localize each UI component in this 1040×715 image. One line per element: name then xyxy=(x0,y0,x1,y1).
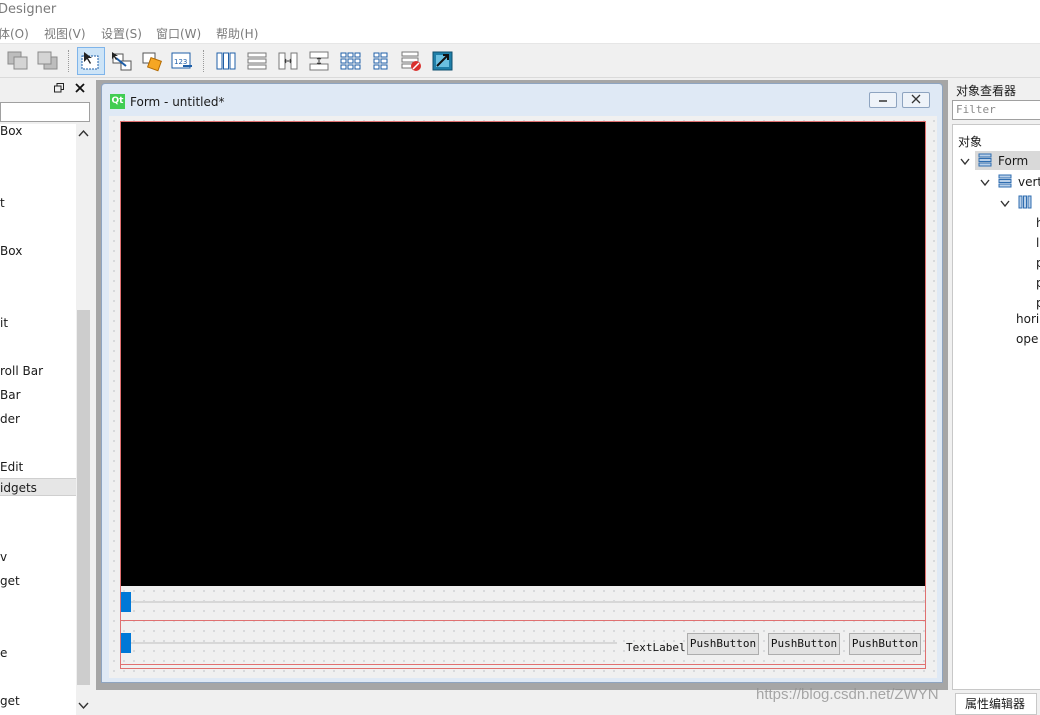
chevron-down-icon[interactable] xyxy=(960,158,970,166)
list-item[interactable]: get xyxy=(0,572,76,590)
close-button[interactable] xyxy=(902,92,930,108)
adjust-size-icon[interactable] xyxy=(429,47,457,75)
list-item[interactable]: get xyxy=(0,692,76,710)
float-icon[interactable] xyxy=(54,83,64,93)
toolbar-separator xyxy=(68,50,70,72)
widget-box-header xyxy=(0,80,93,98)
chevron-down-icon[interactable] xyxy=(78,702,89,710)
menu-item-view[interactable]: 视图(V) xyxy=(44,25,86,42)
push-button-3[interactable]: PushButton xyxy=(849,633,921,655)
minimize-button[interactable] xyxy=(869,92,897,108)
layout-vertical-splitter-icon[interactable] xyxy=(305,47,333,75)
edit-widgets-icon[interactable] xyxy=(77,47,105,75)
layout-form-icon[interactable] xyxy=(367,47,395,75)
list-item[interactable]: t xyxy=(0,194,76,212)
tree-item-vertical-layout[interactable]: vert xyxy=(1018,175,1040,189)
list-item[interactable]: e xyxy=(0,644,76,662)
tree-item[interactable]: p xyxy=(1036,276,1040,290)
edit-buddies-icon[interactable] xyxy=(138,47,166,75)
list-item[interactable]: Box xyxy=(0,124,76,140)
watermark: https://blog.csdn.net/ZWYN xyxy=(756,686,939,703)
tree-item[interactable]: l xyxy=(1036,236,1039,250)
menu-item-form[interactable]: 体(O) xyxy=(0,25,29,42)
tree-item[interactable]: hori xyxy=(1016,312,1039,326)
scrollbar-thumb[interactable] xyxy=(77,310,90,685)
minimize-icon xyxy=(879,100,887,102)
menu-item-settings[interactable]: 设置(S) xyxy=(101,25,142,42)
layout-horizontal-icon[interactable] xyxy=(212,47,240,75)
close-icon xyxy=(911,94,921,104)
widget-category[interactable]: idgets xyxy=(0,478,76,496)
tree-item[interactable]: p xyxy=(1036,296,1040,310)
tree-item[interactable]: p xyxy=(1036,256,1040,270)
progress-slider[interactable] xyxy=(121,589,925,615)
list-item[interactable]: Bar xyxy=(0,386,76,404)
vertical-layout-icon xyxy=(998,174,1012,188)
horizontal-layout-icon xyxy=(1018,195,1032,209)
object-inspector-title: 对象查看器 xyxy=(956,84,1017,98)
close-icon[interactable] xyxy=(75,83,85,93)
list-item[interactable]: it xyxy=(0,314,76,332)
list-item[interactable]: der xyxy=(0,410,76,428)
tree-item[interactable]: h xyxy=(1036,216,1040,230)
list-item[interactable]: roll Bar xyxy=(0,362,76,380)
app-title-bar: Designer xyxy=(0,0,1040,22)
widget-box-panel: Box t Box it roll Bar Bar der Edit idget… xyxy=(0,80,93,715)
object-inspector-panel: 对象查看器 Filter 对象 Form vert h l p p p hori… xyxy=(950,80,1040,715)
list-item[interactable]: Box xyxy=(0,242,76,260)
toolbar: 123 xyxy=(0,44,1040,78)
chevron-up-icon[interactable] xyxy=(78,129,89,137)
volume-slider-handle[interactable] xyxy=(121,633,131,653)
object-column-header: 对象 xyxy=(958,135,983,149)
layout-horizontal-splitter-icon[interactable] xyxy=(274,47,302,75)
object-filter-input[interactable]: Filter xyxy=(952,100,1040,120)
tab-property-editor[interactable]: 属性编辑器 xyxy=(955,693,1037,715)
widget-list: Box t Box it roll Bar Bar der Edit idget… xyxy=(0,124,76,715)
vertical-layout-icon xyxy=(978,153,992,167)
push-button-1[interactable]: PushButton xyxy=(687,633,759,655)
bring-to-front-icon[interactable] xyxy=(4,47,32,75)
video-widget[interactable] xyxy=(121,122,925,586)
object-tree: 对象 Form vert h l p p p hori ope xyxy=(952,124,1040,690)
widget-filter-input[interactable] xyxy=(0,102,90,122)
widget-list-scrollbar[interactable] xyxy=(76,124,91,715)
text-label: TextLabel xyxy=(626,641,686,654)
form-canvas[interactable]: TextLabel PushButton PushButton PushButt… xyxy=(109,116,937,678)
toolbar-separator xyxy=(203,50,205,72)
layout-grid-icon[interactable] xyxy=(336,47,364,75)
edit-signals-slots-icon[interactable] xyxy=(108,47,136,75)
form-title: Form - untitled* xyxy=(130,95,225,109)
slider-groove xyxy=(121,601,925,603)
menu-item-help[interactable]: 帮助(H) xyxy=(216,25,258,42)
chevron-down-icon[interactable] xyxy=(1000,200,1010,208)
layout-vertical-icon[interactable] xyxy=(243,47,271,75)
edit-tab-order-icon[interactable]: 123 xyxy=(168,47,196,75)
chevron-down-icon[interactable] xyxy=(980,179,990,187)
push-button-2[interactable]: PushButton xyxy=(768,633,840,655)
send-to-back-icon[interactable] xyxy=(34,47,62,75)
volume-slider-groove xyxy=(121,642,617,644)
tree-item-form[interactable]: Form xyxy=(998,154,1028,168)
menu-item-window[interactable]: 窗口(W) xyxy=(156,25,201,42)
menu-bar: 体(O) 视图(V) 设置(S) 窗口(W) 帮助(H) xyxy=(0,22,1040,44)
app-title: Designer xyxy=(0,2,57,17)
slider-handle[interactable] xyxy=(121,592,131,612)
form-window[interactable]: Qt Form - untitled* TextLabel PushButton… xyxy=(101,83,943,683)
svg-text:123: 123 xyxy=(174,58,187,66)
break-layout-icon[interactable] xyxy=(398,47,426,75)
list-item[interactable]: Edit xyxy=(0,458,76,476)
list-item[interactable]: v xyxy=(0,548,76,566)
form-title-bar[interactable]: Qt Form - untitled* xyxy=(102,84,942,116)
tree-item[interactable]: ope xyxy=(1016,332,1038,346)
qt-logo-icon: Qt xyxy=(110,94,125,109)
